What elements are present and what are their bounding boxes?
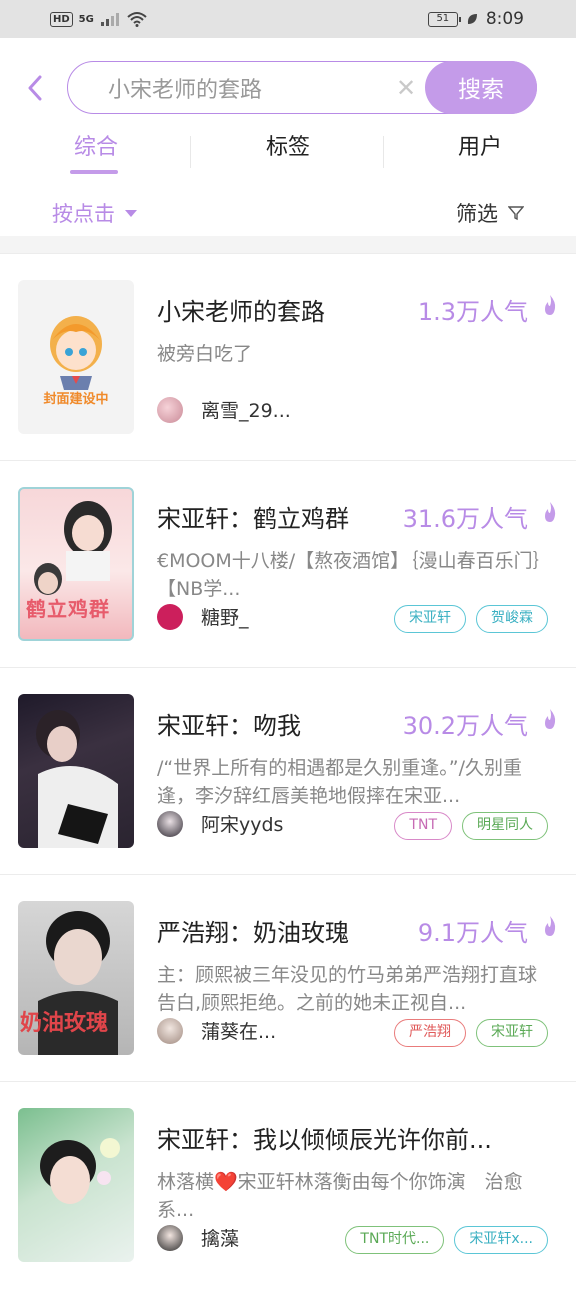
search-button[interactable]: 搜索	[425, 60, 537, 114]
avatar	[157, 810, 183, 837]
placeholder-cover-illustration	[50, 316, 102, 390]
popularity-count: 9.1万人气	[417, 919, 528, 947]
filter-button[interactable]: 筛选	[456, 198, 524, 228]
cover-placeholder-text: 封面建设中	[43, 392, 109, 407]
avatar	[157, 1224, 183, 1251]
list-item[interactable]: 封面建设中 小宋老师的套路 1.3万人气 被旁白吃了 离雪_29...	[0, 254, 576, 461]
flame-icon	[545, 709, 556, 729]
tag-chip[interactable]: 严浩翔	[394, 1019, 466, 1047]
sort-label: 按点击	[52, 202, 115, 226]
tag-chip[interactable]: 宋亚轩x...	[454, 1226, 548, 1254]
book-cover: 鹤立鸡群	[18, 487, 134, 641]
author-row[interactable]: 离雪_29...	[157, 396, 291, 423]
popularity-count: 1.3万人气	[417, 298, 528, 326]
book-description: €MOOM十八楼/【熬夜酒馆】｛漫山春百乐门｝【NB学...	[157, 550, 543, 600]
result-tabs: 综合 标签 用户	[0, 128, 576, 178]
book-cover: 奶油玫瑰	[18, 901, 134, 1055]
back-arrow-icon	[28, 75, 42, 101]
avatar	[157, 1017, 183, 1044]
book-description: /“世界上所有的相遇都是久别重逢。”/久别重逢，李汐辞红唇美艳地假摔在宋亚...	[157, 757, 522, 807]
book-description: 主：顾熙被三年没见的竹马弟弟严浩翔打直球告白,顾熙拒绝。之前的她未正视自...	[157, 964, 538, 1014]
avatar	[157, 603, 183, 630]
tag-chip[interactable]: 宋亚轩	[394, 605, 466, 633]
author-name: 阿宋yyds	[201, 814, 284, 836]
flame-icon	[545, 295, 556, 315]
author-name: 蒲葵在...	[201, 1021, 277, 1043]
clear-icon[interactable]: ✕	[396, 74, 416, 102]
cover-title-text: 鹤立鸡群	[26, 597, 110, 621]
search-input[interactable]	[68, 75, 368, 100]
author-row[interactable]: 擒藻	[157, 1224, 239, 1251]
author-name: 离雪_29...	[201, 400, 291, 422]
status-left: HD 5G	[50, 11, 148, 27]
avatar	[157, 396, 183, 423]
popularity-count: 30.2万人气	[402, 712, 528, 740]
book-cover: 封面建设中	[18, 280, 134, 434]
back-button[interactable]	[20, 68, 50, 108]
author-row[interactable]: 糖野_	[157, 603, 249, 630]
tag-list: TNT 明星同人	[394, 812, 548, 840]
search-box[interactable]: ✕ 搜索	[67, 60, 537, 114]
tag-chip[interactable]: 宋亚轩	[476, 1019, 548, 1047]
clock: 8:09	[485, 9, 524, 29]
filter-label: 筛选	[456, 202, 498, 226]
tag-list: TNT时代... 宋亚轩x...	[345, 1226, 548, 1254]
flame-icon	[545, 916, 556, 936]
author-row[interactable]: 蒲葵在...	[157, 1017, 276, 1044]
tag-list: 严浩翔 宋亚轩	[394, 1019, 548, 1047]
author-row[interactable]: 阿宋yyds	[157, 810, 283, 837]
book-cover	[18, 694, 134, 848]
signal-icon	[100, 13, 119, 26]
cover-artwork	[36, 710, 118, 848]
tag-chip[interactable]: TNT	[394, 812, 452, 840]
list-item[interactable]: 宋亚轩：我以倾倾辰光许你前... 林落横❤️宋亚轩林落衡由每个你饰演 治愈系..…	[0, 1082, 576, 1289]
book-title: 宋亚轩：吻我	[157, 712, 301, 740]
list-item[interactable]: 鹤立鸡群 宋亚轩：鹤立鸡群 31.6万人气 €MOOM十八楼/【熬夜酒馆】｛漫山…	[0, 461, 576, 668]
author-name: 擒藻	[201, 1228, 240, 1250]
list-item[interactable]: 宋亚轩：吻我 30.2万人气 /“世界上所有的相遇都是久别重逢。”/久别重逢，李…	[0, 668, 576, 875]
tab-tags[interactable]: 标签	[192, 128, 384, 178]
sort-filter-row: 按点击 筛选	[0, 190, 576, 236]
tag-chip[interactable]: 贺峻霖	[476, 605, 548, 633]
sort-dropdown[interactable]: 按点击	[52, 198, 137, 228]
status-bar: HD 5G 51 8:09	[0, 0, 576, 38]
hd-badge: HD	[50, 11, 73, 27]
book-description: 被旁白吃了	[157, 343, 253, 365]
status-right: 51 8:09	[427, 9, 524, 29]
book-title: 小宋老师的套路	[157, 298, 325, 326]
tag-list: 宋亚轩 贺峻霖	[394, 605, 548, 633]
leaf-icon	[467, 14, 477, 24]
book-cover	[18, 1108, 134, 1262]
battery-icon: 51	[427, 11, 461, 27]
tab-users[interactable]: 用户	[384, 128, 576, 178]
caret-down-icon	[125, 209, 137, 217]
tag-chip[interactable]: TNT时代...	[345, 1226, 445, 1254]
funnel-icon	[508, 206, 524, 221]
tab-divider	[190, 136, 191, 168]
result-list: 封面建设中 小宋老师的套路 1.3万人气 被旁白吃了 离雪_29... 鹤立鸡群…	[0, 254, 576, 1289]
network-label: 5G	[78, 13, 94, 25]
book-description: 林落横❤️宋亚轩林落衡由每个你饰演 治愈系...	[157, 1171, 523, 1221]
author-name: 糖野_	[201, 607, 249, 629]
wifi-icon	[127, 12, 147, 27]
book-title: 宋亚轩：鹤立鸡群	[157, 505, 349, 533]
book-title: 宋亚轩：我以倾倾辰光许你前...	[157, 1126, 492, 1154]
section-divider	[0, 236, 576, 254]
flame-icon	[545, 502, 556, 522]
popularity-count: 31.6万人气	[402, 505, 528, 533]
tab-comprehensive[interactable]: 综合	[0, 128, 192, 178]
cover-title-text: 奶油玫瑰	[20, 1011, 109, 1036]
cover-artwork	[40, 1138, 120, 1204]
list-item[interactable]: 奶油玫瑰 严浩翔：奶油玫瑰 9.1万人气 主：顾熙被三年没见的竹马弟弟严浩翔打直…	[0, 875, 576, 1082]
tag-chip[interactable]: 明星同人	[462, 812, 548, 840]
book-title: 严浩翔：奶油玫瑰	[157, 919, 349, 947]
